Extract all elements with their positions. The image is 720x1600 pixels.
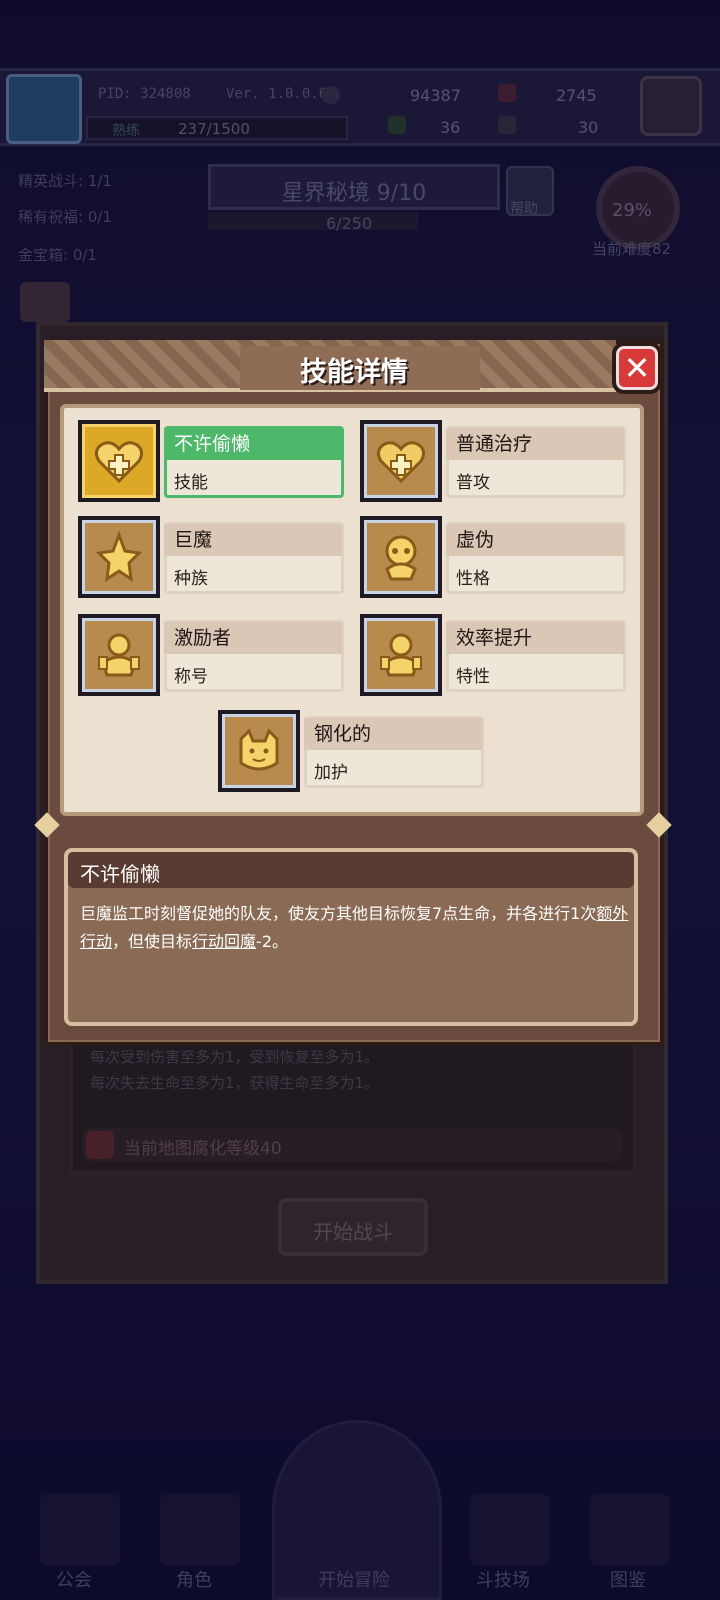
- tag-type: 称号: [174, 667, 208, 687]
- desc-part: -2。: [256, 932, 289, 951]
- tag-type: 加护: [314, 763, 348, 783]
- tag-type: 性格: [456, 569, 490, 589]
- desc-part: ，但使目标: [112, 932, 193, 951]
- tag-card-basic-attack[interactable]: 普通治疗 普攻: [360, 420, 626, 502]
- tag-name: 普通治疗: [446, 428, 624, 460]
- tag-name: 效率提升: [446, 622, 624, 654]
- star-icon: [78, 516, 160, 598]
- figure-icon: [78, 614, 160, 696]
- tag-name: 虚伪: [446, 524, 624, 556]
- tag-card-race[interactable]: 巨魔 种族: [78, 516, 344, 598]
- skill-description-title: 不许偷懒: [80, 862, 160, 886]
- mask-icon: [360, 516, 442, 598]
- close-button[interactable]: ✕: [612, 342, 662, 394]
- desc-part: 巨魔监工时刻督促她的队友，使友方其他目标恢复7点生命，并各进行1次: [80, 904, 597, 923]
- tag-type: 技能: [174, 473, 208, 493]
- tag-card-blessing[interactable]: 钢化的 加护: [218, 710, 484, 792]
- tag-card-title[interactable]: 激励者 称号: [78, 614, 344, 696]
- tag-card-personality[interactable]: 虚伪 性格: [360, 516, 626, 598]
- tag-type: 普攻: [456, 473, 490, 493]
- figure-icon: [360, 614, 442, 696]
- heart-icon: [78, 420, 160, 502]
- skill-description-text: 巨魔监工时刻督促她的队友，使友方其他目标恢复7点生命，并各进行1次额外行动，但使…: [80, 900, 632, 956]
- close-icon: ✕: [623, 349, 651, 387]
- tag-card-trait[interactable]: 效率提升 特性: [360, 614, 626, 696]
- tag-name: 巨魔: [164, 524, 342, 556]
- tag-name: 不许偷懒: [164, 428, 342, 460]
- tag-name: 激励者: [164, 622, 342, 654]
- cat-icon: [218, 710, 300, 792]
- tag-type: 特性: [456, 667, 490, 687]
- dialog-title: 技能详情: [300, 357, 408, 388]
- tag-type: 种族: [174, 569, 208, 589]
- keyword-action-mana[interactable]: 行动回魔: [192, 932, 256, 951]
- tag-name: 钢化的: [304, 718, 482, 750]
- tag-card-skill[interactable]: 不许偷懒 技能: [78, 420, 344, 502]
- heart-icon: [360, 420, 442, 502]
